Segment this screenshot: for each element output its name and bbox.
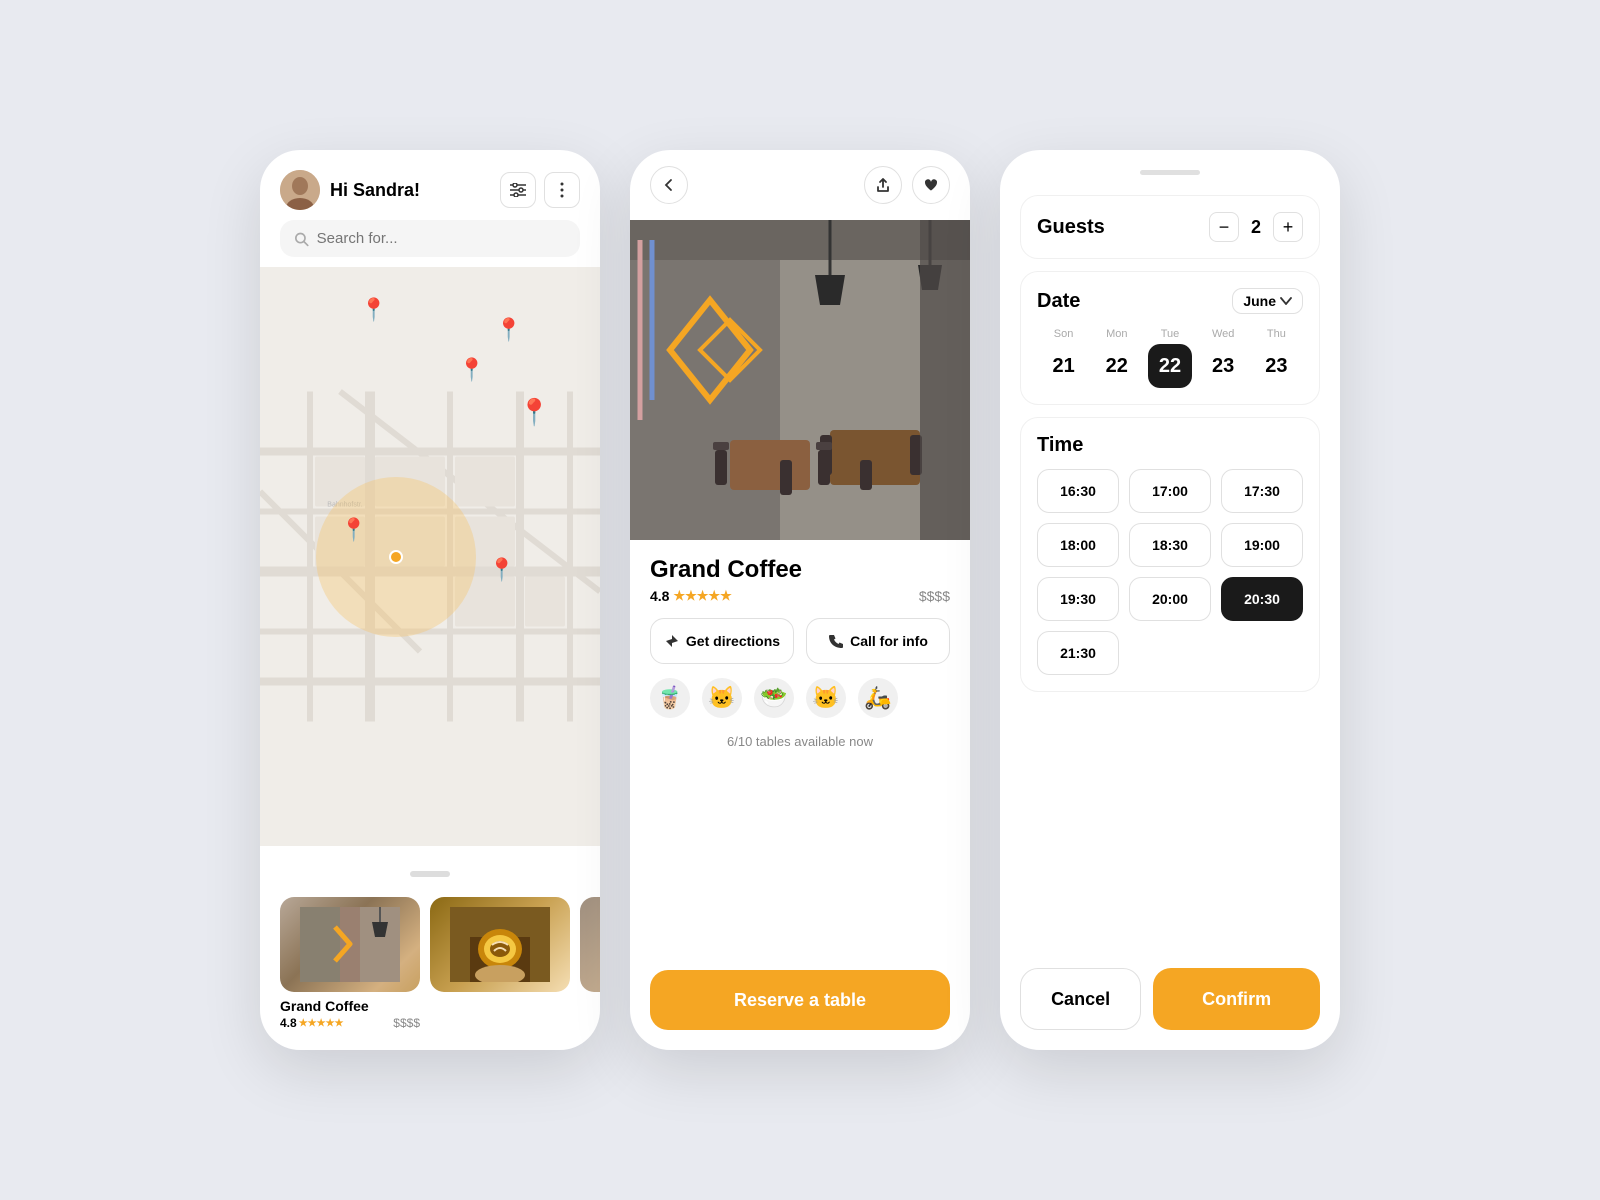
greeting-text: Hi Sandra! <box>330 180 492 201</box>
user-emoji-3: 🥗 <box>754 678 794 718</box>
search-input[interactable] <box>317 230 566 247</box>
search-bar[interactable] <box>280 220 580 257</box>
date-section: Date June Son 21 Mon 22 Tue 22 Wed <box>1020 271 1320 405</box>
restaurant-cards: Grand Coffee 4.8 ★★★★★ $$$$ <box>260 887 600 1050</box>
card-image-3 <box>580 897 600 992</box>
user-emoji-4: 🐱 <box>806 678 846 718</box>
time-slot-1730[interactable]: 17:30 <box>1221 469 1303 513</box>
time-slots-grid: 16:30 17:00 17:30 18:00 18:30 19:00 19:3… <box>1037 469 1303 675</box>
phone-reservation-screen: Guests − 2 + Date June <box>1000 150 1340 1050</box>
time-slot-1900[interactable]: 19:00 <box>1221 523 1303 567</box>
time-slot-1830[interactable]: 18:30 <box>1129 523 1211 567</box>
filter-button[interactable] <box>500 172 536 208</box>
time-slot-1630[interactable]: 16:30 <box>1037 469 1119 513</box>
user-emoji-row: 🧋 🐱 🥗 🐱 🛵 <box>650 678 950 718</box>
restaurant-detail-content: Grand Coffee 4.8 ★★★★★ $$$$ Get directio… <box>630 540 970 962</box>
card-rating-1: 4.8 ★★★★★ <box>280 1016 344 1030</box>
cancel-label: Cancel <box>1051 989 1110 1010</box>
card-image-2 <box>430 897 570 992</box>
date-header: Date June <box>1037 288 1303 314</box>
restaurant-meta: 4.8 ★★★★★ $$$$ <box>650 588 950 604</box>
time-slot-2130[interactable]: 21:30 <box>1037 631 1119 675</box>
phone-detail-screen: Grand Coffee 4.8 ★★★★★ $$$$ Get directio… <box>630 150 970 1050</box>
restaurant-card-1[interactable]: Grand Coffee 4.8 ★★★★★ $$$$ <box>280 897 420 1030</box>
map-pin-selected[interactable]: 📍 <box>518 397 550 428</box>
reserve-table-label: Reserve a table <box>734 990 866 1011</box>
time-slot-2030-selected[interactable]: 20:30 <box>1221 577 1303 621</box>
day-thu[interactable]: Thu 23 <box>1254 328 1298 388</box>
month-label: June <box>1243 293 1276 309</box>
guests-counter: − 2 + <box>1209 212 1303 242</box>
guests-section: Guests − 2 + <box>1020 195 1320 259</box>
confirm-label: Confirm <box>1202 989 1271 1010</box>
time-slot-2000[interactable]: 20:00 <box>1129 577 1211 621</box>
restaurant-title: Grand Coffee <box>650 556 950 584</box>
phone1-header: Hi Sandra! <box>260 150 600 220</box>
action-buttons: Get directions Call for info <box>650 618 950 664</box>
get-directions-button[interactable]: Get directions <box>650 618 794 664</box>
reservation-buttons: Cancel Confirm <box>1020 968 1320 1030</box>
card-image-1 <box>280 897 420 992</box>
day-sun[interactable]: Son 21 <box>1042 328 1086 388</box>
search-icon <box>294 231 309 247</box>
guests-plus-button[interactable]: + <box>1273 212 1303 242</box>
phone2-topbar <box>630 150 970 220</box>
restaurant-price: $$$$ <box>919 588 950 604</box>
map-pin-5[interactable]: 📍 <box>488 557 515 583</box>
more-button[interactable] <box>544 172 580 208</box>
scroll-indicator <box>260 860 600 883</box>
restaurant-rating: 4.8 ★★★★★ <box>650 588 732 604</box>
cancel-button[interactable]: Cancel <box>1020 968 1141 1030</box>
card-price-1: $$$$ <box>393 1016 420 1030</box>
user-location-dot <box>389 550 403 564</box>
map-pin-3[interactable]: 📍 <box>458 357 485 383</box>
topbar-actions <box>864 166 950 204</box>
back-button[interactable] <box>650 166 688 204</box>
time-label: Time <box>1037 434 1303 457</box>
time-slot-1930[interactable]: 19:30 <box>1037 577 1119 621</box>
days-row: Son 21 Mon 22 Tue 22 Wed 23 Thu 23 <box>1037 328 1303 388</box>
user-emoji-5: 🛵 <box>858 678 898 718</box>
guests-label: Guests <box>1037 216 1105 239</box>
chevron-down-icon <box>1280 297 1292 305</box>
avatar <box>280 170 320 210</box>
guests-count: 2 <box>1251 217 1261 238</box>
guests-row: Guests − 2 + <box>1037 212 1303 242</box>
day-mon[interactable]: Mon 22 <box>1095 328 1139 388</box>
phone-notch <box>1140 170 1200 175</box>
user-emoji-1: 🧋 <box>650 678 690 718</box>
restaurant-card-2[interactable] <box>430 897 570 1030</box>
get-directions-label: Get directions <box>686 633 780 649</box>
day-wed[interactable]: Wed 23 <box>1201 328 1245 388</box>
user-emoji-2: 🐱 <box>702 678 742 718</box>
time-slot-1800[interactable]: 18:00 <box>1037 523 1119 567</box>
month-selector[interactable]: June <box>1232 288 1303 314</box>
day-tue-selected[interactable]: Tue 22 <box>1148 328 1192 388</box>
favorite-button[interactable] <box>912 166 950 204</box>
share-button[interactable] <box>864 166 902 204</box>
restaurant-hero-image <box>630 220 970 540</box>
date-label: Date <box>1037 290 1080 313</box>
time-section: Time 16:30 17:00 17:30 18:00 18:30 19:00… <box>1020 417 1320 692</box>
availability-text: 6/10 tables available now <box>650 734 950 749</box>
confirm-button[interactable]: Confirm <box>1153 968 1320 1030</box>
time-slot-1700[interactable]: 17:00 <box>1129 469 1211 513</box>
guests-minus-button[interactable]: − <box>1209 212 1239 242</box>
map-pin-4[interactable]: 📍 <box>340 517 367 543</box>
card-name-1: Grand Coffee <box>280 998 420 1014</box>
map-view: Bahnhofstr. 📍 📍 📍 📍 📍 📍 <box>260 267 600 846</box>
restaurant-card-3[interactable] <box>580 897 600 1030</box>
reserve-table-button[interactable]: Reserve a table <box>650 970 950 1030</box>
call-for-info-label: Call for info <box>850 633 928 649</box>
phone-map-screen: Hi Sandra! <box>260 150 600 1050</box>
map-pin-2[interactable]: 📍 <box>495 317 522 343</box>
map-pin-1[interactable]: 📍 <box>360 297 387 323</box>
card-meta-1: 4.8 ★★★★★ $$$$ <box>280 1016 420 1030</box>
phone-icon <box>828 633 844 649</box>
call-for-info-button[interactable]: Call for info <box>806 618 950 664</box>
directions-icon <box>664 633 680 649</box>
